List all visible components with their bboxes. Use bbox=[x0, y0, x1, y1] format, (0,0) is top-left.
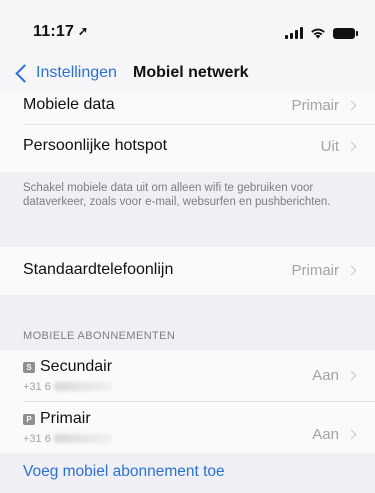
row-default-line[interactable]: Standaardtelefoonlijn Primair bbox=[0, 247, 375, 295]
chevron-right-icon bbox=[346, 370, 357, 381]
row-value: Primair bbox=[291, 97, 340, 114]
row-personal-hotspot[interactable]: Persoonlijke hotspot Uit bbox=[0, 125, 375, 172]
add-mobile-plan-link[interactable]: Voeg mobiel abonnement toe bbox=[23, 463, 225, 481]
chevron-left-icon bbox=[15, 63, 34, 83]
sim-card-icon: P bbox=[23, 414, 35, 425]
plan-label: Secundair bbox=[40, 358, 113, 375]
back-button[interactable]: Instellingen bbox=[15, 63, 117, 83]
section-header-mobile-plans: MOBIELE ABONNEMENTEN bbox=[23, 330, 176, 342]
status-time: 11:17 ➚ bbox=[33, 23, 88, 41]
back-button-label: Instellingen bbox=[36, 64, 117, 81]
plan-phone-number: +31 6 bbox=[23, 433, 112, 445]
chevron-right-icon bbox=[346, 100, 357, 111]
row-plan-primary[interactable]: P Primair +31 6 Aan bbox=[0, 402, 375, 453]
row-label: Mobiele data bbox=[23, 96, 115, 113]
row-mobile-data[interactable]: Mobiele data Primair bbox=[0, 92, 375, 124]
status-bar: 11:17 ➚ bbox=[0, 0, 375, 62]
redacted-number bbox=[53, 434, 112, 443]
sim-card-icon: S bbox=[23, 362, 35, 373]
navigation-bar: Instellingen Mobiel netwerk bbox=[0, 62, 375, 92]
plan-phone-number: +31 6 bbox=[23, 381, 112, 393]
chevron-right-icon bbox=[346, 429, 357, 440]
settings-group-default-line: Standaardtelefoonlijn Primair bbox=[0, 247, 375, 295]
wifi-icon bbox=[311, 28, 325, 39]
row-plan-secondary[interactable]: S Secundair +31 6 Aan bbox=[0, 350, 375, 401]
location-arrow-icon: ➚ bbox=[78, 24, 89, 38]
battery-icon bbox=[333, 28, 358, 39]
row-value: Primair bbox=[291, 262, 340, 279]
plan-label: Primair bbox=[40, 410, 91, 427]
clock-label: 11:17 bbox=[33, 23, 75, 40]
phone-number-prefix: +31 6 bbox=[23, 433, 51, 445]
settings-group-data: Mobiele data Primair Persoonlijke hotspo… bbox=[0, 92, 375, 172]
plan-title: S Secundair bbox=[23, 358, 112, 376]
status-icons bbox=[285, 27, 358, 39]
cellular-signal-icon bbox=[285, 27, 303, 39]
chevron-right-icon bbox=[346, 265, 357, 276]
redacted-number bbox=[53, 382, 112, 391]
settings-group-plans: S Secundair +31 6 Aan P Primair +31 6 Aan bbox=[0, 350, 375, 453]
row-value: Aan bbox=[312, 426, 339, 443]
row-value: Aan bbox=[312, 367, 339, 384]
page-title: Mobiel netwerk bbox=[133, 64, 249, 81]
phone-number-prefix: +31 6 bbox=[23, 381, 51, 393]
row-label: Standaardtelefoonlijn bbox=[23, 261, 174, 278]
plan-title: P Primair bbox=[23, 410, 91, 428]
row-value: Uit bbox=[320, 138, 339, 155]
row-label: Persoonlijke hotspot bbox=[23, 137, 168, 154]
chevron-right-icon bbox=[346, 141, 357, 152]
mobile-data-footer-note: Schakel mobiele data uit om alleen wifi … bbox=[23, 182, 331, 208]
